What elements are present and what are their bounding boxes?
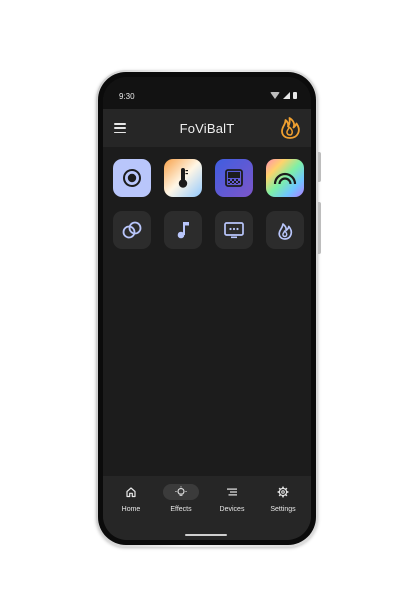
rainbow-icon bbox=[273, 172, 297, 185]
wifi-icon bbox=[270, 92, 280, 99]
phone-bezel: 9:30 FoViBalT Home Effects Devices Setti… bbox=[98, 72, 316, 545]
status-icons bbox=[270, 92, 297, 99]
effect-tile-music[interactable] bbox=[164, 211, 202, 249]
home-icon bbox=[126, 487, 136, 498]
effect-tile-rings[interactable] bbox=[113, 211, 151, 249]
app-bar: FoViBalT bbox=[103, 109, 311, 147]
phone-frame: 9:30 FoViBalT Home Effects Devices Setti… bbox=[96, 70, 321, 547]
nav-pill bbox=[214, 484, 250, 500]
nav-label-effects: Effects bbox=[170, 506, 192, 513]
bulb-icon bbox=[175, 486, 187, 496]
nav-item-devices[interactable]: Devices bbox=[207, 484, 257, 513]
effect-tile-static[interactable] bbox=[113, 159, 151, 197]
screen-icon bbox=[224, 222, 244, 239]
gradient-icon bbox=[225, 169, 243, 187]
nav-item-home[interactable]: Home bbox=[106, 484, 156, 513]
status-time: 9:30 bbox=[119, 92, 135, 101]
gesture-home-indicator[interactable] bbox=[185, 534, 227, 536]
flame-logo-icon bbox=[279, 116, 301, 140]
effect-tile-color-temperature[interactable] bbox=[164, 159, 202, 197]
effect-tile-screen-sync[interactable] bbox=[215, 211, 253, 249]
nav-label-devices: Devices bbox=[219, 506, 245, 513]
devices-list-icon bbox=[227, 488, 237, 496]
flame-icon bbox=[278, 223, 293, 240]
gear-icon bbox=[277, 486, 289, 498]
status-bar: 9:30 bbox=[103, 77, 311, 109]
nav-item-settings[interactable]: Settings bbox=[258, 484, 308, 513]
nav-pill-active bbox=[163, 484, 199, 500]
bottom-navigation: Home Effects Devices Settings bbox=[103, 476, 311, 540]
nav-pill bbox=[113, 484, 149, 500]
app-screen: 9:30 FoViBalT Home Effects Devices Setti… bbox=[103, 77, 311, 540]
volume-button bbox=[318, 202, 321, 254]
signal-icon bbox=[283, 92, 290, 99]
thermometer-icon bbox=[178, 168, 188, 188]
nav-pill bbox=[265, 484, 301, 500]
effect-tile-gradient[interactable] bbox=[215, 159, 253, 197]
effect-tile-rainbow[interactable] bbox=[266, 159, 304, 197]
power-button bbox=[318, 152, 321, 182]
battery-icon bbox=[293, 92, 297, 99]
music-note-icon bbox=[177, 222, 189, 239]
nav-label-home: Home bbox=[121, 506, 141, 513]
rings-icon bbox=[122, 221, 142, 239]
radio-target-icon bbox=[123, 169, 141, 187]
nav-item-effects[interactable]: Effects bbox=[156, 484, 206, 513]
nav-label-settings: Settings bbox=[270, 506, 296, 513]
effect-tile-fire[interactable] bbox=[266, 211, 304, 249]
